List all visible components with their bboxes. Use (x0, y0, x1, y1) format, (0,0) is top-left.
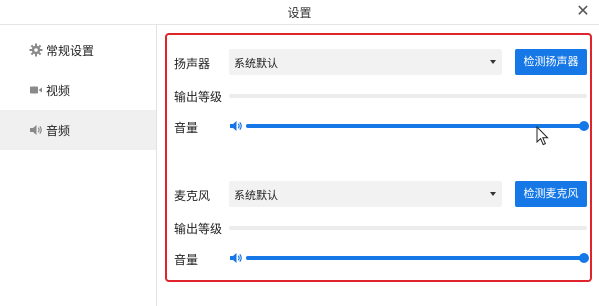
speaker-output-level-label: 输出等级 (174, 90, 223, 104)
video-camera-icon (30, 86, 42, 94)
speaker-icon (30, 125, 42, 135)
window-title: 设置 (287, 6, 312, 20)
slider-thumb[interactable] (579, 253, 589, 263)
mouse-cursor-icon (536, 126, 549, 146)
microphone-device-value: 系统默认 (234, 189, 278, 202)
speaker-volume-slider[interactable] (246, 120, 589, 132)
microphone-volume-slider[interactable] (246, 252, 589, 264)
settings-window: 设置 ✕ 常规设置 视频 音频 扬声器 系统默认 检测扬声器 输出等级 音量 麦… (0, 0, 599, 306)
sidebar-item-label: 视频 (46, 83, 71, 98)
speaker-label: 扬声器 (174, 57, 211, 71)
speaker-device-value: 系统默认 (234, 57, 278, 70)
sidebar-item-label: 音频 (46, 123, 71, 138)
slider-thumb[interactable] (579, 121, 589, 131)
gear-icon (29, 43, 43, 57)
microphone-label: 麦克风 (174, 189, 211, 203)
sidebar-item-video[interactable]: 视频 (0, 70, 156, 110)
sidebar-item-audio[interactable]: 音频 (0, 110, 156, 150)
sidebar: 常规设置 视频 音频 (0, 25, 157, 306)
speaker-device-select[interactable]: 系统默认 (229, 49, 502, 75)
close-icon: ✕ (576, 1, 590, 20)
microphone-volume-label: 音量 (174, 253, 199, 267)
chevron-down-icon (490, 192, 496, 196)
test-speaker-button[interactable]: 检测扬声器 (515, 49, 587, 75)
microphone-level-label: 输出等级 (174, 222, 223, 236)
slider-fill (246, 256, 584, 260)
microphone-device-select[interactable]: 系统默认 (229, 181, 502, 207)
sidebar-item-label: 常规设置 (46, 43, 95, 58)
speaker-output-level-meter (229, 94, 587, 98)
close-button[interactable]: ✕ (573, 1, 593, 21)
slider-fill (246, 124, 584, 128)
title-bar: 设置 ✕ (0, 0, 599, 25)
volume-icon (230, 253, 242, 263)
microphone-input-level-meter (229, 226, 587, 230)
speaker-volume-label: 音量 (174, 121, 199, 135)
sidebar-item-general[interactable]: 常规设置 (0, 30, 156, 70)
chevron-down-icon (490, 60, 496, 64)
volume-icon (230, 121, 242, 131)
test-microphone-button[interactable]: 检测麦克风 (515, 181, 587, 207)
